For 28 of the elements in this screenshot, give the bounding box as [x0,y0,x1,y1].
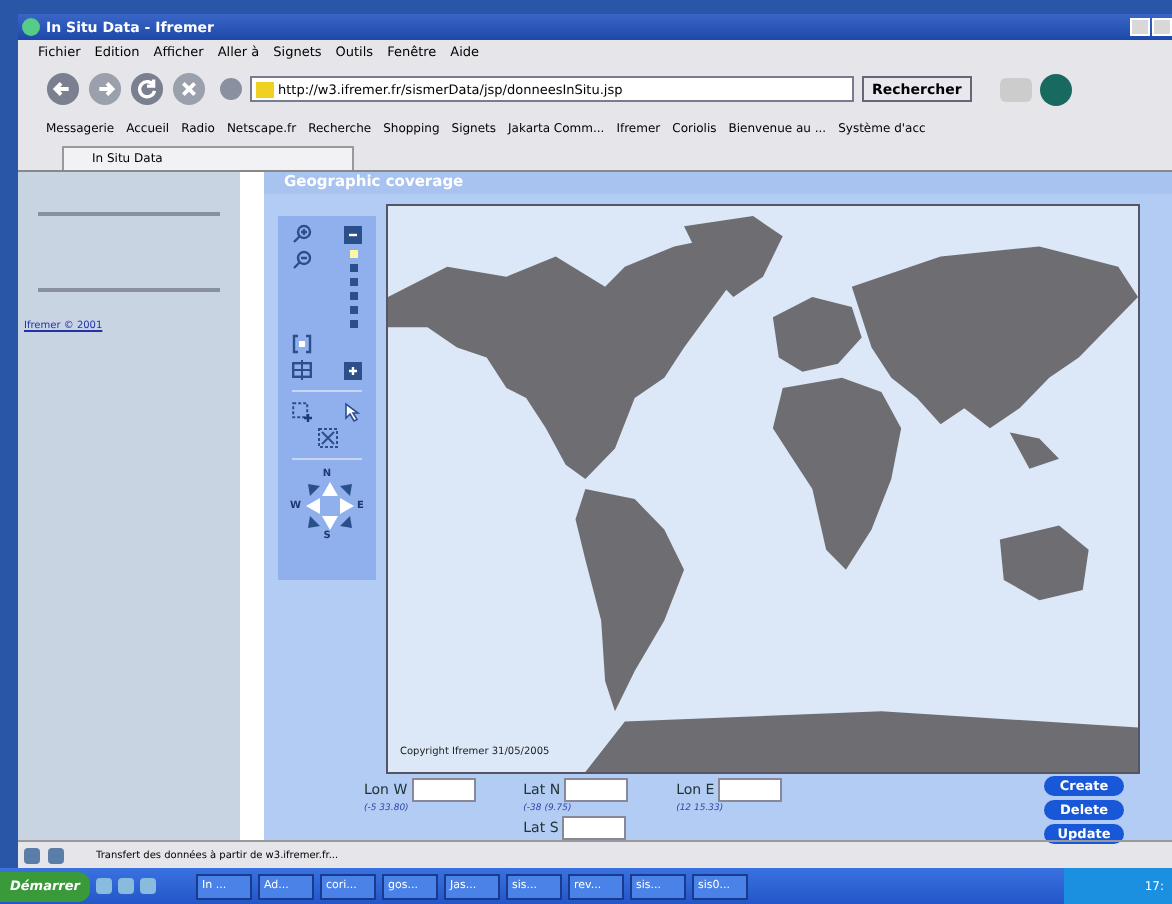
zoom-step[interactable] [349,306,357,314]
select-area-icon[interactable] [292,402,312,422]
zoom-step[interactable] [349,292,357,300]
pan-arrows-icon[interactable] [303,480,356,532]
lat-s-field[interactable] [562,816,627,840]
bracket-square-icon[interactable] [292,334,312,354]
minus-button[interactable] [344,225,362,243]
logo-icon [1039,73,1072,105]
site-icon [256,81,274,97]
back-icon[interactable] [46,72,80,106]
status-icon [24,847,40,863]
zoom-step[interactable] [349,320,357,328]
grid-icon[interactable] [317,428,337,448]
forward-icon[interactable] [88,72,122,106]
zoom-in-icon[interactable] [292,224,312,244]
pointer-icon[interactable] [342,402,362,422]
lon-e-field[interactable] [718,778,783,802]
frame-icon[interactable] [292,360,312,380]
reload-icon[interactable] [130,72,164,106]
plus-button[interactable] [344,361,362,379]
lat-n-field[interactable] [564,778,629,802]
stop-icon[interactable] [172,72,206,106]
zoom-step[interactable] [349,278,357,286]
lon-w-field[interactable] [411,778,476,802]
zoom-step[interactable] [349,264,357,272]
zoom-out-icon[interactable] [292,250,312,270]
app-icon [22,18,40,36]
zoom-step[interactable] [349,250,357,258]
